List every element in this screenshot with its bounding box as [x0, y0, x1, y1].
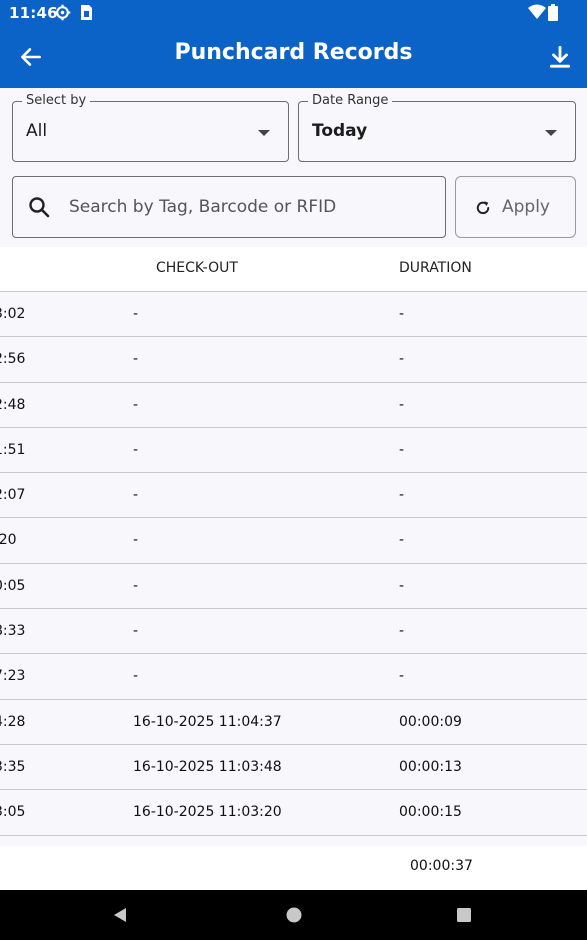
apply-button-label: Apply: [502, 197, 550, 217]
dropdown-arrow-icon: [258, 130, 270, 136]
table-row[interactable]: 3:02 - -: [0, 292, 587, 338]
check-out-cell: -: [133, 351, 139, 368]
duration-cell: 00:00:13: [399, 758, 462, 775]
settings-gear-icon: [54, 4, 71, 21]
duration-cell: -: [399, 441, 405, 458]
check-in-cell: 0:05: [0, 577, 26, 594]
nav-recents-icon[interactable]: [456, 907, 472, 923]
table-row[interactable]: 3:05 16-10-2025 11:03:20 00:00:15: [0, 790, 587, 836]
records-table: CHECK-OUT DURATION 3:02 - - 2:56 - - 2:4…: [0, 247, 587, 836]
table-row[interactable]: 7:23 - -: [0, 654, 587, 700]
dropdown-arrow-icon: [545, 130, 557, 136]
check-out-cell: -: [133, 396, 139, 413]
duration-cell: -: [399, 487, 405, 504]
refresh-icon: [476, 201, 490, 215]
duration-cell: -: [399, 532, 405, 549]
check-out-cell: 16-10-2025 11:03:20: [133, 804, 282, 821]
check-out-cell: -: [133, 441, 139, 458]
table-row[interactable]: 8:33 - -: [0, 609, 587, 655]
check-in-cell: 2:07: [0, 487, 26, 504]
total-duration: 00:00:37: [410, 858, 473, 874]
battery-icon: [548, 4, 558, 21]
page-title: Punchcard Records: [174, 40, 413, 65]
check-out-cell: -: [133, 532, 139, 549]
nav-home-icon[interactable]: [286, 907, 302, 923]
column-header-check-out: CHECK-OUT: [156, 260, 238, 276]
search-box: [12, 176, 446, 238]
check-out-cell: 16-10-2025 11:03:48: [133, 758, 282, 775]
search-input[interactable]: [69, 192, 429, 222]
check-out-cell: -: [133, 577, 139, 594]
system-navigation-bar: [0, 890, 587, 940]
select-by-label: Select by: [22, 93, 91, 108]
check-out-cell: 16-10-2025 11:04:37: [133, 713, 282, 730]
check-in-cell: 4:28: [0, 713, 26, 730]
check-out-cell: -: [133, 306, 139, 322]
table-row[interactable]: 4:28 16-10-2025 11:04:37 00:00:09: [0, 699, 587, 745]
table-row[interactable]: 2:07 - -: [0, 473, 587, 519]
select-by-value: All: [26, 121, 48, 141]
check-out-cell: -: [133, 623, 139, 640]
duration-cell: -: [399, 668, 405, 685]
status-time: 11:46: [9, 4, 58, 22]
table-row[interactable]: 0:05 - -: [0, 563, 587, 610]
column-header-duration: DURATION: [399, 260, 472, 276]
check-out-cell: -: [133, 668, 139, 685]
date-range-value: Today: [312, 121, 368, 141]
sim-card-icon: [81, 5, 92, 20]
status-bar: 11:46: [0, 0, 587, 26]
app-bar: Punchcard Records: [0, 26, 587, 88]
duration-cell: -: [399, 306, 405, 322]
duration-cell: -: [399, 577, 405, 594]
duration-cell: 00:00:15: [399, 804, 462, 821]
duration-cell: -: [399, 351, 405, 368]
search-icon: [29, 197, 50, 218]
check-in-cell: 7:23: [0, 668, 26, 685]
check-in-cell: 8:33: [0, 623, 26, 640]
check-in-cell: 3:02: [0, 306, 26, 322]
apply-button[interactable]: Apply: [455, 176, 576, 238]
check-out-cell: -: [133, 487, 139, 504]
check-in-cell: :20: [0, 532, 17, 549]
select-by-dropdown[interactable]: Select by All: [12, 93, 289, 162]
nav-back-icon[interactable]: [112, 907, 128, 923]
table-row[interactable]: 2:48 - -: [0, 382, 587, 428]
table-row[interactable]: 2:56 - -: [0, 337, 587, 383]
wifi-icon: [528, 4, 546, 19]
table-header: CHECK-OUT DURATION: [0, 247, 587, 292]
check-in-cell: 2:56: [0, 351, 26, 368]
table-row[interactable]: 3:35 16-10-2025 11:03:48 00:00:13: [0, 744, 587, 791]
duration-cell: -: [399, 396, 405, 413]
check-in-cell: 2:48: [0, 396, 26, 413]
check-in-cell: 3:05: [0, 804, 26, 821]
check-in-cell: 1:51: [0, 441, 26, 458]
check-in-cell: 3:35: [0, 758, 26, 775]
date-range-dropdown[interactable]: Date Range Today: [298, 93, 576, 162]
table-row[interactable]: :20 - -: [0, 518, 587, 564]
date-range-label: Date Range: [308, 93, 393, 108]
duration-cell: -: [399, 623, 405, 640]
table-row[interactable]: 1:51 - -: [0, 427, 587, 474]
download-icon[interactable]: [547, 44, 573, 70]
table-footer-total: 00:00:37: [0, 846, 587, 890]
duration-cell: 00:00:09: [399, 713, 462, 730]
